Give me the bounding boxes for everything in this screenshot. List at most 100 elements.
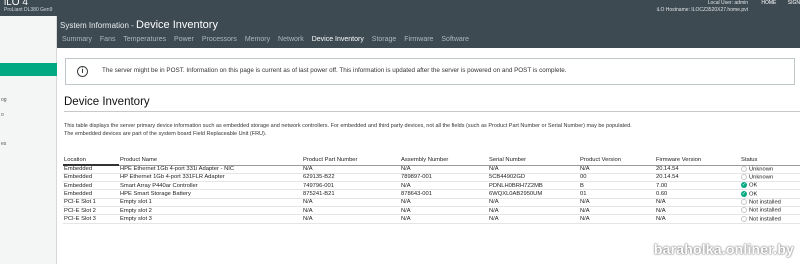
column-header-part-number[interactable]: Product Part Number — [302, 156, 400, 166]
sign-out-link[interactable]: SIGN — [788, 0, 800, 6]
table-cell: Empty slot 1 — [119, 198, 302, 208]
tab-temperatures[interactable]: Temperatures — [123, 36, 166, 43]
table-cell: 01 — [579, 189, 655, 199]
table-cell: Embedded — [63, 181, 119, 191]
table-cell: Embedded — [63, 165, 119, 174]
column-header-status[interactable]: Status — [740, 156, 800, 166]
status-ok-icon: ✓ — [741, 182, 747, 189]
status-text: OK — [749, 183, 758, 189]
notice-text: The server might be in POST. Information… — [102, 67, 567, 74]
table-row: PCI-E Slot 3 Empty slot 3 N/A N/A N/A N/A N/A N… — [63, 214, 800, 224]
info-icon: i — [77, 66, 88, 77]
device-inventory-table: Location Product Name Product Part Numbe… — [63, 156, 800, 224]
page-name: Device Inventory — [136, 19, 218, 31]
sidebar-item-devices[interactable]: es — [1, 141, 6, 147]
local-user: Local User: admin — [707, 0, 748, 6]
status-text: Unknown — [749, 166, 774, 173]
status-cell: Unknown — [740, 173, 800, 183]
left-navigation: og o es — [0, 16, 57, 264]
table-row: PCI-E Slot 1 Empty slot 1 N/A N/A N/A N/A N/A N… — [63, 198, 800, 208]
sidebar-active-item[interactable] — [0, 63, 57, 76]
table-cell: Embedded — [63, 173, 119, 183]
table-cell: 6WQXL0AB2950UM — [488, 189, 579, 199]
status-text: OK — [749, 191, 758, 198]
table-cell: Embedded — [63, 189, 119, 199]
status-cell: Not installed — [740, 214, 800, 224]
status-cell: ✓ OK — [740, 189, 800, 199]
page-description: This table displays the server primary d… — [64, 123, 632, 138]
table-row: PCI-E Slot 2 Empty slot 2 N/A N/A N/A N/A N/A N… — [63, 206, 800, 216]
tab-processors[interactable]: Processors — [202, 36, 237, 43]
table-cell: N/A — [655, 214, 740, 224]
table-row: Embedded HP Ethernet 1Gb 4-port 331FLR Ad… — [63, 173, 800, 183]
status-text: Not installed — [749, 216, 781, 223]
table-cell: HPE Smart Storage Battery — [119, 189, 302, 199]
status-cell: Not installed — [740, 206, 800, 216]
title-separator: - — [128, 21, 137, 30]
status-unknown-icon — [741, 207, 747, 214]
table-cell: N/A — [302, 198, 400, 208]
column-header-product-name[interactable]: Product Name — [119, 156, 302, 166]
ilo-hostname: iLO Hostname: ILOCZ3520X27.home.pvt — [656, 7, 748, 13]
status-ok-icon: ✓ — [741, 190, 747, 197]
post-notice: i The server might be in POST. Informati… — [65, 58, 795, 85]
table-row: Embedded Smart Array P440ar Controller 749… — [63, 181, 800, 191]
tab-storage[interactable]: Storage — [372, 36, 397, 43]
table-cell: PCI-E Slot 1 — [63, 198, 119, 208]
table-cell: N/A — [655, 206, 740, 216]
table-cell: N/A — [400, 206, 488, 216]
table-cell: 629135-B22 — [302, 173, 400, 183]
table-cell: N/A — [302, 206, 400, 216]
sidebar-item-info[interactable]: o — [1, 112, 4, 118]
table-cell: Empty slot 3 — [119, 214, 302, 224]
table-cell: N/A — [655, 198, 740, 208]
table-cell: B — [579, 181, 655, 191]
tab-power[interactable]: Power — [174, 36, 194, 43]
tab-fans[interactable]: Fans — [100, 36, 116, 43]
status-cell: Not installed — [740, 198, 800, 208]
tab-firmware[interactable]: Firmware — [404, 36, 433, 43]
status-cell: ✓ OK — [740, 181, 800, 191]
sidebar-item-log[interactable]: og — [1, 97, 7, 103]
column-header-product-version[interactable]: Product Version — [579, 156, 655, 166]
table-cell: 00 — [579, 173, 655, 183]
status-text: Unknown — [749, 174, 774, 181]
table-cell: 749796-001 — [302, 181, 400, 191]
watermark-text: baraholka.onliner.by — [653, 241, 794, 257]
table-cell: 789897-001 — [400, 173, 488, 183]
table-cell: 7.00 — [655, 181, 740, 191]
home-link[interactable]: HOME — [761, 0, 776, 6]
table-cell: N/A — [579, 165, 655, 174]
column-header-location[interactable]: Location — [63, 156, 119, 166]
status-unknown-icon — [741, 215, 747, 222]
table-cell: N/A — [400, 165, 488, 174]
table-cell: N/A — [488, 206, 579, 216]
table-cell: N/A — [579, 214, 655, 224]
table-row: Embedded HPE Smart Storage Battery 875241-… — [63, 189, 800, 199]
column-header-assembly-number[interactable]: Assembly Number — [400, 156, 488, 166]
table-row: Embedded HPE Ethernet 1Gb 4-port 331i Ada… — [63, 165, 800, 174]
table-cell: 20.14.54 — [655, 173, 740, 183]
table-cell: N/A — [302, 214, 400, 224]
table-cell: N/A — [579, 198, 655, 208]
column-header-firmware-version[interactable]: Firmware Version — [655, 156, 740, 166]
tab-summary[interactable]: Summary — [62, 36, 92, 43]
table-cell: N/A — [488, 165, 579, 174]
tab-memory[interactable]: Memory — [245, 36, 270, 43]
table-cell: N/A — [488, 214, 579, 224]
table-cell: 878643-001 — [400, 189, 488, 199]
tab-device-inventory[interactable]: Device Inventory — [312, 36, 364, 43]
table-cell: N/A — [302, 165, 400, 174]
table-cell: N/A — [400, 198, 488, 208]
tab-software[interactable]: Software — [441, 36, 469, 43]
table-cell: 20.14.54 — [655, 165, 740, 174]
column-header-serial-number[interactable]: Serial Number — [488, 156, 579, 166]
table-cell: N/A — [579, 206, 655, 216]
top-bar: iLO 4 ProLiant DL380 Gen9 Local User: ad… — [0, 0, 800, 16]
server-model: ProLiant DL380 Gen9 — [4, 7, 53, 13]
table-cell: N/A — [400, 181, 488, 191]
user-info: Local User: admin iLO Hostname: ILOCZ352… — [657, 0, 748, 14]
page-title: System Information - Device Inventory — [60, 19, 218, 31]
section-heading: Device Inventory — [64, 96, 150, 108]
tab-network[interactable]: Network — [278, 36, 304, 43]
